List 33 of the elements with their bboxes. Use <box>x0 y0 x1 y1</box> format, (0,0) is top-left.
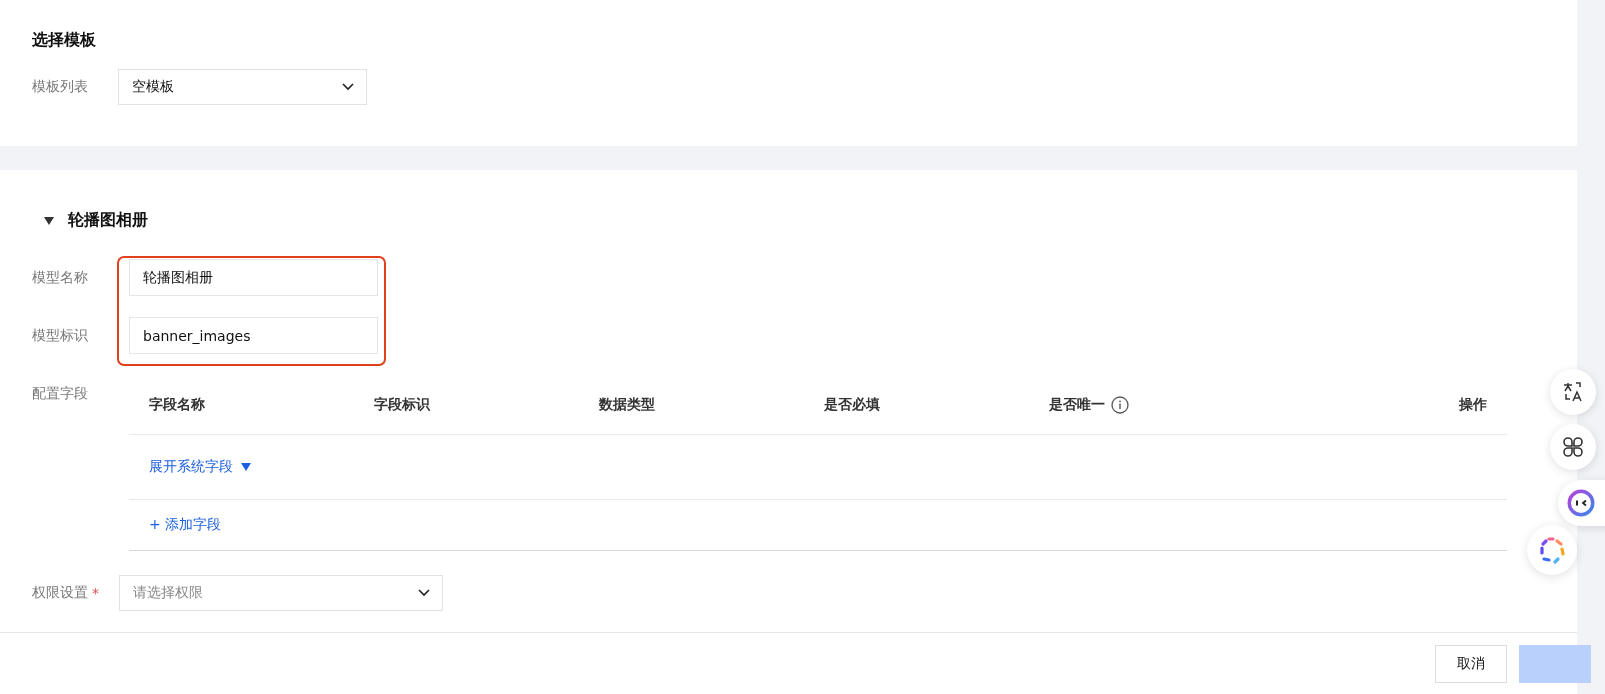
assistant-tab[interactable] <box>1558 480 1605 526</box>
column-header: 是否必填 <box>824 395 880 414</box>
expand-system-fields-link[interactable]: 展开系统字段 <box>149 458 233 476</box>
required-mark: * <box>92 585 99 601</box>
translate-icon <box>1562 381 1584 403</box>
field-label: 权限设置 <box>32 584 88 602</box>
robot-face-icon <box>1566 488 1596 518</box>
column-header: 操作 <box>1459 395 1487 414</box>
template-select[interactable]: 空模板 <box>118 69 367 105</box>
input-field[interactable]: 轮播图相册 <box>129 259 378 296</box>
collapse-triangle-icon[interactable] <box>44 216 54 225</box>
info-icon <box>1111 395 1129 414</box>
add-field-link[interactable]: + 添加字段 <box>149 516 222 534</box>
field-label: 模型标识 <box>32 326 89 345</box>
section-title: 选择模板 <box>32 30 97 51</box>
column-header: 字段名称 <box>149 395 205 414</box>
sparkle-logo-icon <box>1537 535 1567 565</box>
chevron-down-icon <box>418 589 430 597</box>
column-header: 数据类型 <box>599 395 655 414</box>
section-title: 轮播图相册 <box>68 210 148 231</box>
column-header: 字段标识 <box>374 395 430 414</box>
translate-button[interactable] <box>1550 369 1596 415</box>
apps-button[interactable] <box>1550 424 1596 470</box>
chevron-down-icon <box>342 83 354 91</box>
permission-select[interactable]: 请选择权限 <box>119 575 443 611</box>
clover-icon <box>1562 436 1584 458</box>
column-header: 是否唯一 <box>1049 395 1105 414</box>
caret-down-icon <box>241 463 251 471</box>
field-label: 模板列表 <box>32 78 89 96</box>
field-label: 模型名称 <box>32 268 89 287</box>
field-label: 配置字段 <box>32 385 89 403</box>
cancel-button[interactable]: 取消 <box>1435 644 1507 683</box>
input-field[interactable]: banner_images <box>129 317 378 354</box>
